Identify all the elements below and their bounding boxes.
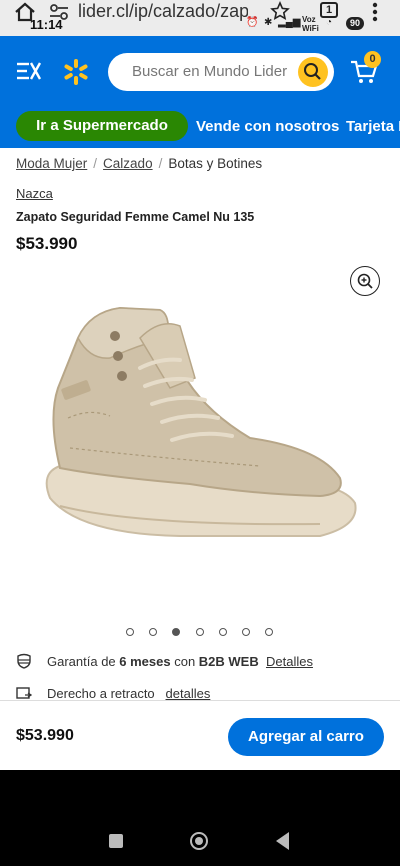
url-bar[interactable]: lider.cl/ip/calzado/zapato xyxy=(78,1,248,22)
nav-link-card[interactable]: Tarjeta L xyxy=(346,118,400,135)
back-icon[interactable] xyxy=(276,832,289,850)
search-button[interactable] xyxy=(298,57,328,87)
carousel-dot-active[interactable] xyxy=(172,628,180,636)
carousel-dot[interactable] xyxy=(196,628,204,636)
breadcrumb-link-moda-mujer[interactable]: Moda Mujer xyxy=(16,156,87,171)
carousel-dot[interactable] xyxy=(126,628,134,636)
carousel-dot[interactable] xyxy=(242,628,250,636)
breadcrumb-separator: / xyxy=(93,156,98,171)
tab-count-button[interactable]: 1 xyxy=(320,2,338,18)
nav-link-sell[interactable]: Vende con nosotros xyxy=(196,118,339,135)
browser-status-bar: lider.cl/ip/calzado/zapato 11:14 1 ⏰ ✱ ▂… xyxy=(0,0,400,36)
nav-strip: Ir a Supermercado Vende con nosotros Tar… xyxy=(0,106,400,148)
signal-icon: ▂▄▆ xyxy=(278,17,301,28)
product-price: $53.990 xyxy=(16,234,78,253)
site-header: Buscar en Mundo Lider 0 xyxy=(0,36,400,106)
warranty-details-link[interactable]: Detalles xyxy=(266,654,313,669)
cart-count-badge: 0 xyxy=(364,51,381,68)
image-carousel-dots xyxy=(122,628,282,638)
clock: 11:14 xyxy=(30,17,63,32)
brand-link[interactable]: Nazca xyxy=(16,186,53,201)
walmart-spark-logo[interactable] xyxy=(62,58,90,86)
breadcrumb-separator: / xyxy=(158,156,163,171)
product-title: Zapato Seguridad Femme Camel Nu 135 xyxy=(16,210,255,224)
product-page: Moda Mujer / Calzado / Botas y Botines Nazca… xyxy=(0,148,400,770)
sticky-price: $53.990 xyxy=(16,727,74,744)
carousel-dot[interactable] xyxy=(219,628,227,636)
supermarket-button[interactable]: Ir a Supermercado xyxy=(16,111,188,141)
zoom-button[interactable] xyxy=(350,266,380,296)
recents-icon[interactable] xyxy=(109,834,123,848)
search-icon xyxy=(304,63,321,80)
return-box-icon xyxy=(16,687,32,699)
retract-text: Derecho a retracto detalles xyxy=(47,686,211,701)
battery-indicator: 90 xyxy=(346,17,365,30)
bluetooth-icon: ✱ xyxy=(264,17,273,28)
retract-details-link[interactable]: detalles xyxy=(166,686,211,701)
volte-label: Voz WiFi xyxy=(302,15,319,33)
breadcrumb-link-calzado[interactable]: Calzado xyxy=(103,156,153,171)
warranty-text: Garantía de 6 meses con B2B WEB Detalles xyxy=(47,654,313,669)
departments-menu-icon[interactable] xyxy=(16,61,42,81)
breadcrumb-current: Botas y Botines xyxy=(168,156,263,171)
product-image[interactable] xyxy=(20,298,380,558)
search-input[interactable]: Buscar en Mundo Lider xyxy=(132,63,287,80)
home-button-icon[interactable] xyxy=(190,832,208,850)
wifi-icon: ◔ xyxy=(326,17,333,28)
status-icons: ⏰ ✱ ▂▄▆ Voz WiFi ◔ 90 xyxy=(246,15,376,33)
android-navigation-bar xyxy=(0,818,400,866)
breadcrumb: Moda Mujer / Calzado / Botas y Botines xyxy=(16,156,262,171)
search-bar[interactable]: Buscar en Mundo Lider xyxy=(108,53,334,91)
alarm-icon: ⏰ xyxy=(246,17,259,28)
carousel-dot[interactable] xyxy=(149,628,157,636)
carousel-dot[interactable] xyxy=(265,628,273,636)
zoom-in-icon xyxy=(357,273,373,289)
add-to-cart-button[interactable]: Agregar al carro xyxy=(228,718,384,756)
divider xyxy=(0,700,400,701)
shield-icon xyxy=(17,653,31,669)
